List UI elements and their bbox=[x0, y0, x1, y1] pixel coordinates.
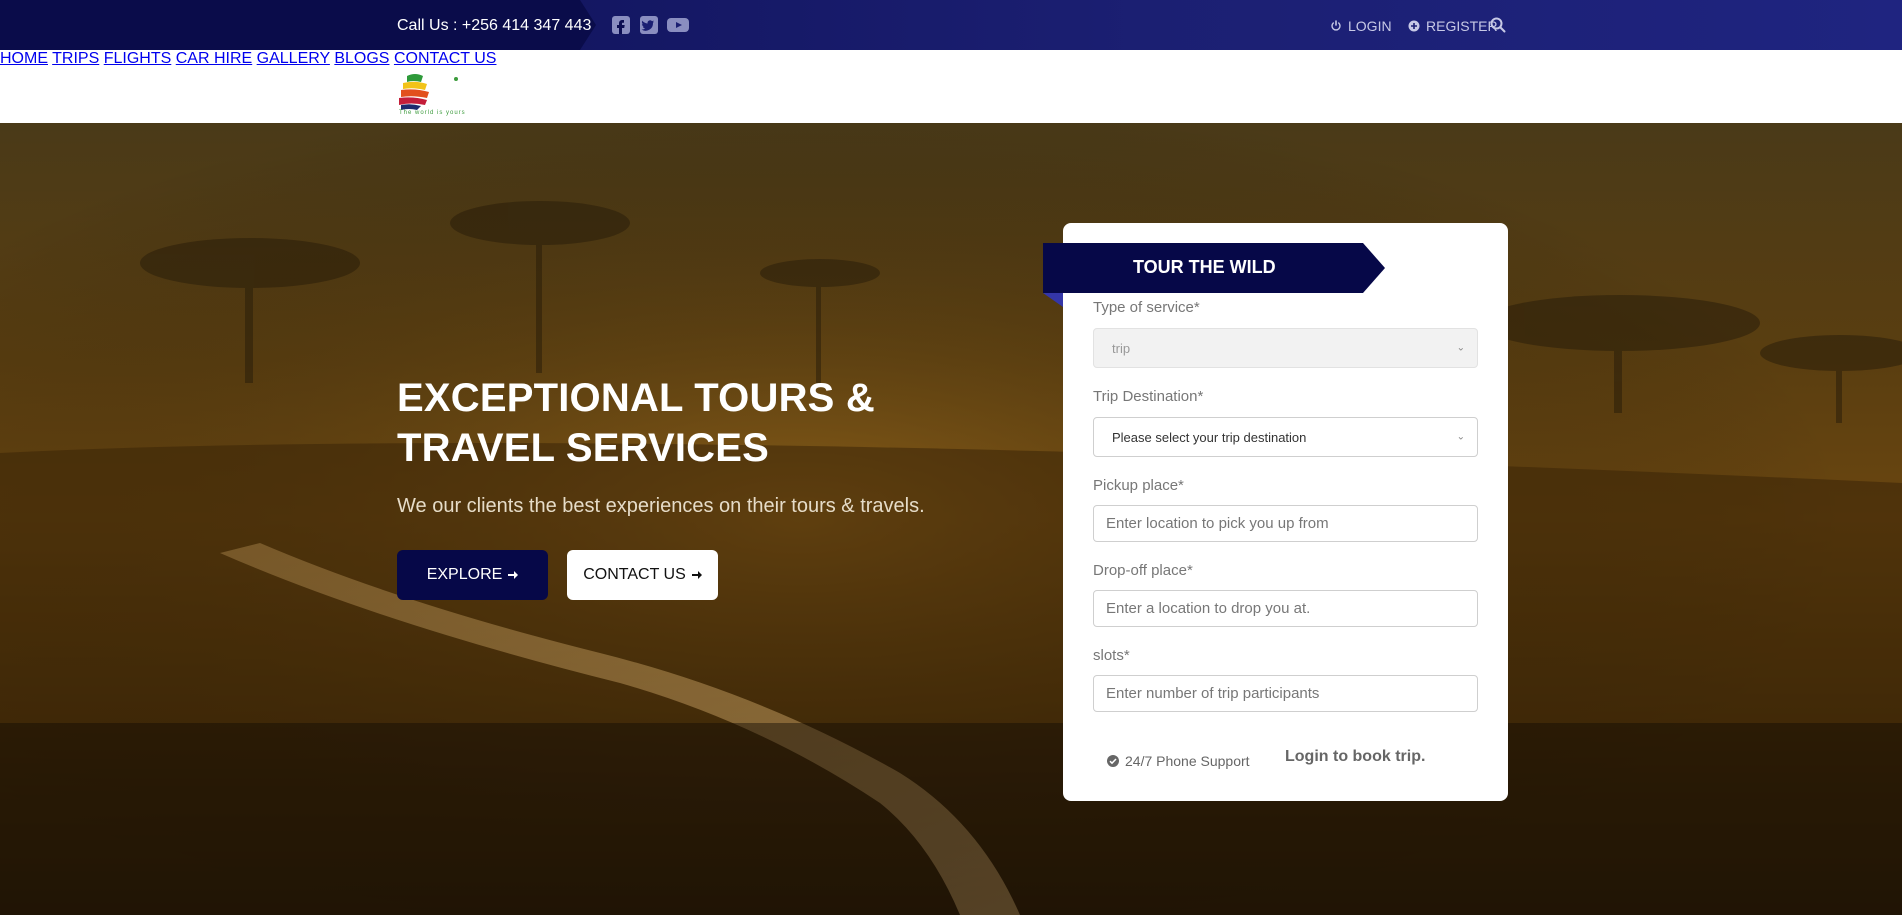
booking-ribbon-title: TOUR THE WILD bbox=[1133, 257, 1276, 277]
pickup-input[interactable]: Enter location to pick you up from bbox=[1093, 505, 1478, 542]
facebook-icon[interactable] bbox=[612, 16, 630, 34]
slots-label: slots* bbox=[1093, 647, 1130, 664]
explore-button-label: EXPLORE bbox=[426, 566, 503, 583]
explore-button[interactable]: EXPLORE bbox=[397, 550, 548, 600]
destination-value: Please select your trip destination bbox=[1112, 429, 1307, 445]
power-icon bbox=[1331, 20, 1341, 31]
service-select[interactable]: trip ⌄ bbox=[1093, 328, 1478, 368]
main-navbar: The world is yours HOME TRIPS FLIGHTS CA… bbox=[0, 50, 1902, 123]
pickup-placeholder: Enter location to pick you up from bbox=[1106, 515, 1329, 532]
dropoff-label: Drop-off place* bbox=[1093, 562, 1193, 579]
hero-subtitle: We our clients the best experiences on t… bbox=[397, 495, 925, 517]
nav-item-contact-us[interactable]: CONTACT US bbox=[394, 50, 497, 67]
service-value: trip bbox=[1112, 340, 1131, 356]
phone-number[interactable]: Call Us : +256 414 347 443 bbox=[397, 17, 591, 35]
search-icon[interactable] bbox=[1490, 17, 1506, 33]
main-nav: HOME TRIPS FLIGHTS CAR HIRE GALLERY BLOG… bbox=[0, 50, 1902, 68]
login-link[interactable]: LOGIN bbox=[1330, 18, 1392, 34]
chevron-down-icon: ⌄ bbox=[1456, 342, 1465, 354]
savanna-background bbox=[0, 123, 1902, 915]
login-label: LOGIN bbox=[1348, 18, 1392, 34]
plus-circle-icon bbox=[1408, 20, 1420, 32]
twitter-icon[interactable] bbox=[640, 16, 658, 34]
contact-us-button[interactable]: CONTACT US bbox=[567, 550, 718, 600]
login-to-book-link[interactable]: Login to book trip. bbox=[1285, 748, 1425, 766]
nav-item-blogs[interactable]: BLOGS bbox=[334, 50, 389, 67]
nav-item-trips[interactable]: TRIPS bbox=[52, 50, 99, 67]
slots-placeholder: Enter number of trip participants bbox=[1106, 685, 1320, 702]
brand-logo[interactable]: The world is yours bbox=[397, 72, 492, 120]
check-circle-icon bbox=[1107, 755, 1119, 767]
nav-item-home[interactable]: HOME bbox=[0, 50, 48, 67]
register-link[interactable]: REGISTER bbox=[1408, 18, 1498, 34]
logo-tagline: The world is yours bbox=[399, 110, 466, 116]
hero-title: EXCEPTIONAL TOURS & TRAVEL SERVICES bbox=[397, 376, 875, 470]
nav-item-flights[interactable]: FLIGHTS bbox=[104, 50, 172, 67]
service-label: Type of service* bbox=[1093, 299, 1200, 316]
arrow-right-icon bbox=[508, 571, 519, 579]
logo-dot bbox=[454, 77, 458, 81]
top-bar: Call Us : +256 414 347 443 LOGIN REGISTE… bbox=[0, 0, 1902, 50]
dropoff-placeholder: Enter a location to drop you at. bbox=[1106, 600, 1311, 617]
support-text: 24/7 Phone Support bbox=[1125, 753, 1250, 769]
logo-icon bbox=[399, 74, 429, 110]
destination-select[interactable]: Please select your trip destination ⌄ bbox=[1093, 417, 1478, 457]
dropoff-input[interactable]: Enter a location to drop you at. bbox=[1093, 590, 1478, 627]
arrow-right-icon bbox=[691, 571, 702, 579]
hero-section: EXCEPTIONAL TOURS & TRAVEL SERVICES We o… bbox=[0, 123, 1902, 915]
youtube-icon[interactable] bbox=[667, 16, 689, 34]
nav-item-car-hire[interactable]: CAR HIRE bbox=[176, 50, 252, 67]
pickup-label: Pickup place* bbox=[1093, 477, 1184, 494]
destination-label: Trip Destination* bbox=[1093, 388, 1204, 405]
register-label: REGISTER bbox=[1426, 18, 1498, 34]
phone-support-note: 24/7 Phone Support bbox=[1107, 753, 1250, 769]
contact-button-label: CONTACT US bbox=[583, 566, 686, 583]
chevron-down-icon: ⌄ bbox=[1456, 431, 1465, 443]
nav-item-gallery[interactable]: GALLERY bbox=[257, 50, 330, 67]
slots-input[interactable]: Enter number of trip participants bbox=[1093, 675, 1478, 712]
